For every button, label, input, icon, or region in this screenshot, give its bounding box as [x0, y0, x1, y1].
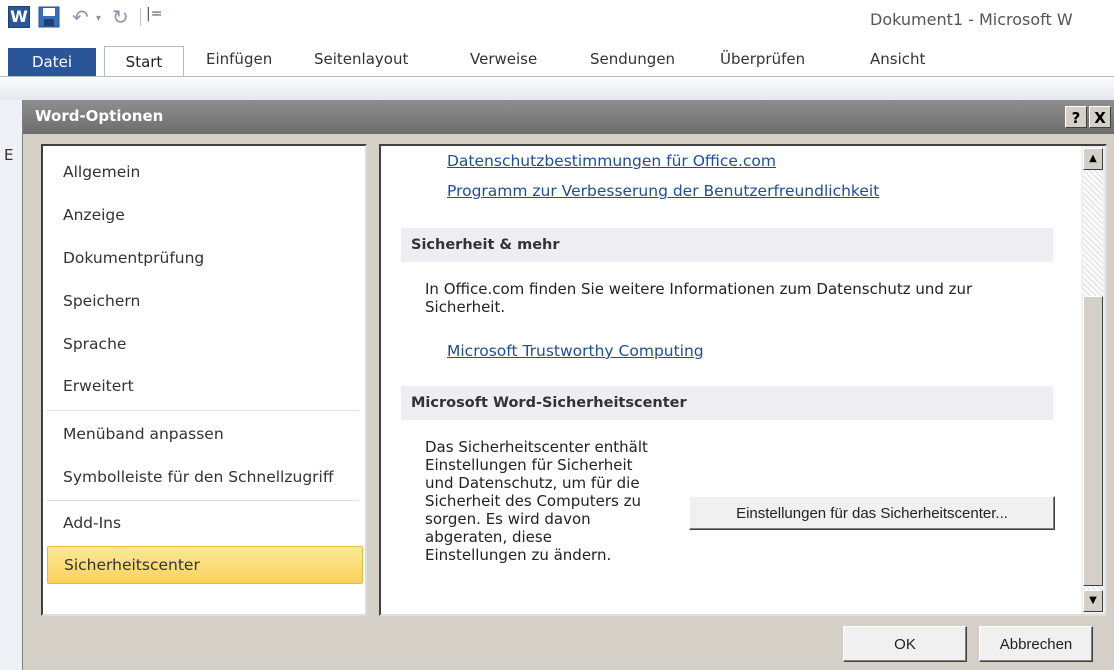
ribbon-tabs: Datei Start Einfügen Seitenlayout Verwei… — [0, 44, 1114, 77]
section-header-security: Sicherheit & mehr — [401, 228, 1053, 262]
section-header-trust-center: Microsoft Word-Sicherheitscenter — [401, 386, 1053, 420]
scroll-up-icon[interactable]: ▲ — [1083, 148, 1103, 170]
trust-center-text-line: Sicherheit des Computers zu — [425, 492, 641, 510]
nav-separator — [47, 500, 359, 501]
nav-item-speichern[interactable]: Speichern — [47, 283, 363, 319]
word-options-dialog: Word-Optionen ? X Allgemein Anzeige Doku… — [22, 100, 1114, 670]
nav-item-erweitert[interactable]: Erweitert — [47, 368, 363, 404]
save-icon[interactable] — [38, 6, 60, 28]
tab-start[interactable]: Start — [104, 46, 184, 77]
word-title-bar: W ↶ ▾ ↻ |= Dokument1 - Microsoft W — [0, 0, 1114, 44]
link-trustworthy-computing[interactable]: Microsoft Trustworthy Computing — [447, 342, 704, 360]
link-ceip[interactable]: Programm zur Verbesserung der Benutzerfr… — [447, 182, 879, 200]
tab-sendungen[interactable]: Sendungen — [590, 50, 675, 68]
word-logo-icon[interactable]: W — [8, 6, 30, 28]
trust-center-settings-button[interactable]: Einstellungen für das Sicherheitscenter.… — [689, 496, 1055, 530]
dialog-title-bar[interactable]: Word-Optionen ? X — [23, 100, 1114, 134]
trust-center-text-line: Einstellungen für Sicherheit — [425, 456, 633, 474]
window-title: Dokument1 - Microsoft W — [870, 10, 1073, 29]
nav-item-add-ins[interactable]: Add-Ins — [47, 505, 363, 541]
nav-item-sprache[interactable]: Sprache — [47, 326, 363, 362]
nav-separator — [47, 410, 359, 411]
nav-item-allgemein[interactable]: Allgemein — [47, 154, 363, 190]
options-nav-list: Allgemein Anzeige Dokumentprüfung Speich… — [41, 144, 367, 616]
trust-center-text-line: sorgen. Es wird davon — [425, 510, 591, 528]
tab-ansicht[interactable]: Ansicht — [870, 50, 925, 68]
trust-center-text-line: abgeraten, diese — [425, 528, 552, 546]
undo-dropdown-icon[interactable]: ▾ — [96, 6, 106, 28]
link-privacy-statement[interactable]: Datenschutzbestimmungen für Office.com — [447, 152, 776, 170]
tab-ueberpruefen[interactable]: Überprüfen — [720, 50, 805, 68]
ribbon-body — [0, 76, 1114, 101]
vertical-scrollbar[interactable]: ▲ ▼ — [1081, 146, 1105, 614]
trust-center-text-line: und Datenschutz, um für die — [425, 474, 640, 492]
tab-seitenlayout[interactable]: Seitenlayout — [314, 50, 408, 68]
ok-button[interactable]: OK — [843, 626, 967, 662]
redo-icon[interactable]: ↻ — [112, 6, 134, 28]
tab-datei[interactable]: Datei — [8, 48, 96, 76]
close-button[interactable]: X — [1089, 106, 1111, 128]
document-edge-text: E — [4, 146, 14, 164]
qat-separator — [140, 8, 141, 26]
trust-center-text-line: Das Sicherheitscenter enthält — [425, 438, 648, 456]
nav-item-sicherheitscenter[interactable]: Sicherheitscenter — [47, 546, 363, 584]
help-button[interactable]: ? — [1065, 106, 1087, 128]
cancel-button[interactable]: Abbrechen — [979, 626, 1093, 662]
nav-item-dokumentpruefung[interactable]: Dokumentprüfung — [47, 240, 363, 276]
nav-item-menueband[interactable]: Menüband anpassen — [47, 416, 363, 452]
nav-item-schnellzugriff[interactable]: Symbolleiste für den Schnellzugriff — [47, 459, 363, 495]
document-edge — [0, 100, 22, 670]
dialog-title: Word-Optionen — [35, 107, 164, 125]
scrollbar-thumb[interactable] — [1083, 296, 1103, 586]
security-text-line2: Sicherheit. — [425, 298, 506, 316]
nav-item-anzeige[interactable]: Anzeige — [47, 197, 363, 233]
undo-icon[interactable]: ↶ — [72, 6, 94, 28]
tab-einfuegen[interactable]: Einfügen — [206, 50, 272, 68]
tab-verweise[interactable]: Verweise — [470, 50, 537, 68]
scroll-down-icon[interactable]: ▼ — [1083, 590, 1103, 612]
security-text-line1: In Office.com finden Sie weitere Informa… — [425, 280, 973, 298]
options-content-panel: Datenschutzbestimmungen für Office.com P… — [379, 144, 1107, 616]
trust-center-text-line: Einstellungen zu ändern. — [425, 546, 612, 564]
customize-qat-icon[interactable]: |= — [146, 6, 162, 22]
